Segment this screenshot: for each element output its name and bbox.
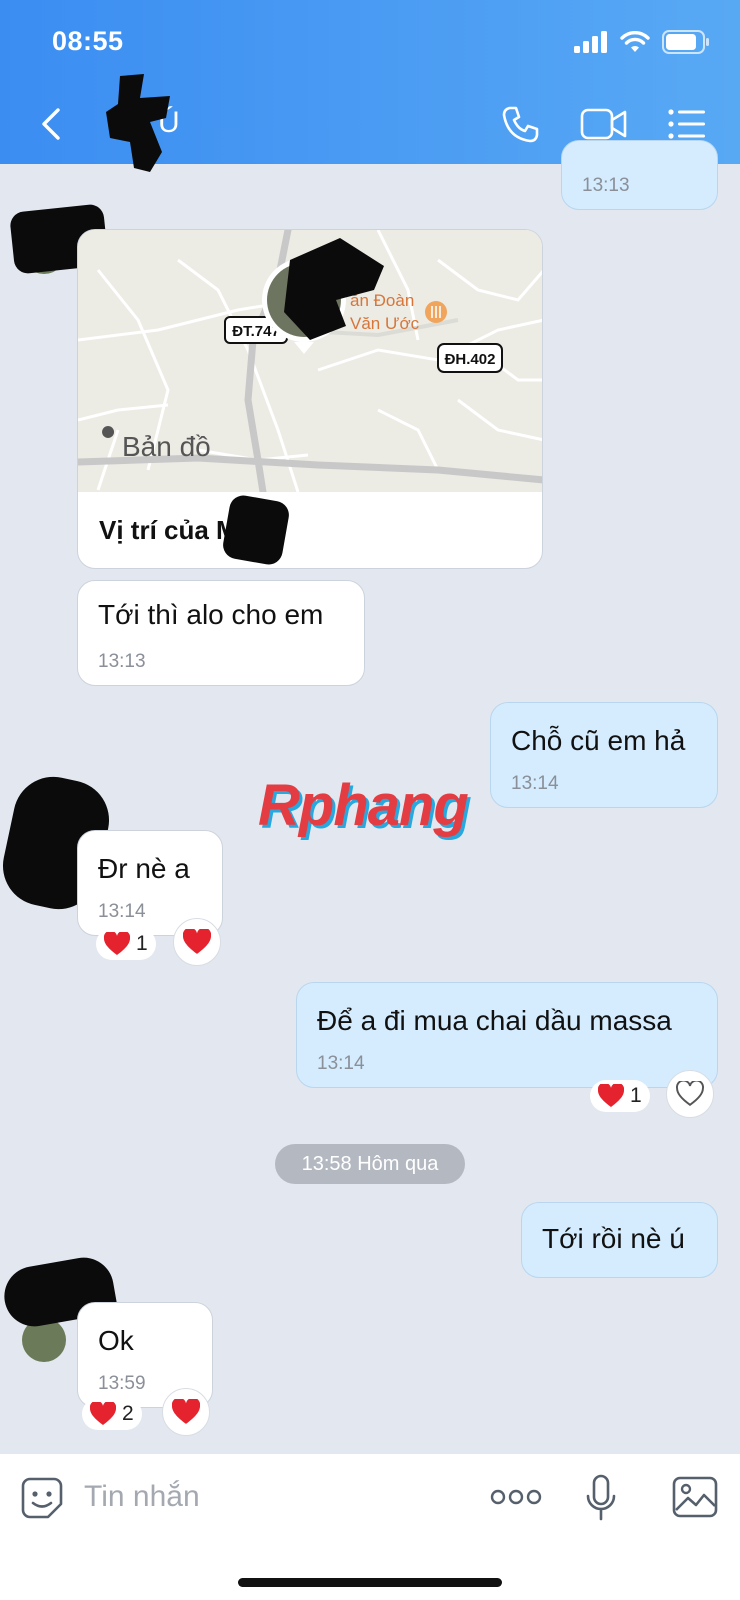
home-indicator xyxy=(238,1578,502,1587)
heart-icon xyxy=(90,1402,116,1425)
heart-icon xyxy=(598,1084,624,1107)
video-call-button[interactable] xyxy=(580,104,628,144)
react-button[interactable] xyxy=(173,918,221,966)
status-time: 08:55 xyxy=(52,26,124,56)
redaction-scribble xyxy=(106,74,170,172)
more-icon[interactable] xyxy=(490,1486,542,1508)
road-label: ĐH.402 xyxy=(445,351,496,368)
message-bubble-outgoing[interactable]: 13:13 xyxy=(561,140,718,210)
date-separator: 13:58 Hôm qua xyxy=(275,1144,465,1184)
sticker-icon[interactable] xyxy=(20,1476,64,1520)
message-bubble-outgoing[interactable]: Chỗ cũ em hả 13:14 xyxy=(490,702,718,808)
message-text: Tới rồi nè ú xyxy=(542,1223,685,1254)
message-time: 13:14 xyxy=(98,901,146,922)
message-text: Ok xyxy=(98,1325,134,1356)
list-menu-icon xyxy=(668,109,705,139)
location-card[interactable]: ĐT.747 ĐH.402 ăn Đoàn Văn Ước Bản đồ Vị … xyxy=(77,229,543,569)
reaction-count: 2 xyxy=(122,1402,134,1425)
back-arrow-icon[interactable] xyxy=(36,104,68,144)
poi-label: Văn Ước xyxy=(350,314,420,333)
reaction-count: 1 xyxy=(630,1084,642,1107)
message-time: 13:59 xyxy=(98,1373,146,1394)
reaction-summary[interactable]: 2 xyxy=(82,1398,142,1430)
call-button[interactable] xyxy=(500,104,540,144)
phone-icon xyxy=(502,106,539,143)
message-text: Để a đi mua chai dầu massa xyxy=(317,1005,672,1036)
message-text: Tới thì alo cho em xyxy=(98,599,324,630)
wifi-icon xyxy=(620,31,650,52)
reaction-summary[interactable]: 1 xyxy=(96,928,156,960)
message-time: 13:13 xyxy=(582,175,630,196)
microphone-icon[interactable] xyxy=(584,1474,618,1522)
message-input[interactable]: Tin nhắn xyxy=(84,1480,200,1514)
message-text: Chỗ cũ em hả xyxy=(511,725,686,756)
map-brand-label: Bản đồ xyxy=(122,431,211,462)
message-bubble-incoming[interactable]: Tới thì alo cho em 13:13 xyxy=(77,580,365,686)
status-icons xyxy=(574,30,710,54)
menu-button[interactable] xyxy=(668,104,706,144)
map-image: ĐT.747 ĐH.402 ăn Đoàn Văn Ước Bản đồ xyxy=(78,230,542,492)
watermark: Rphang xyxy=(258,773,469,838)
message-time: 13:14 xyxy=(317,1053,365,1074)
reaction-summary[interactable]: 1 xyxy=(590,1080,650,1112)
battery-icon xyxy=(662,30,709,54)
react-button[interactable] xyxy=(666,1070,714,1118)
message-bubble-outgoing[interactable]: Tới rồi nè ú xyxy=(521,1202,718,1278)
heart-icon xyxy=(172,1399,200,1424)
message-text: Đr nè a xyxy=(98,853,190,884)
signal-icon xyxy=(574,31,607,53)
message-bubble-outgoing[interactable]: Để a đi mua chai dầu massa 13:14 xyxy=(296,982,718,1088)
react-button[interactable] xyxy=(162,1388,210,1436)
message-time: 13:14 xyxy=(511,773,559,794)
heart-outline-icon xyxy=(676,1081,704,1106)
redaction-scribble xyxy=(220,493,292,567)
message-time: 13:13 xyxy=(98,651,146,672)
video-camera-icon xyxy=(580,108,627,140)
reaction-count: 1 xyxy=(136,932,148,955)
heart-icon xyxy=(104,932,130,955)
heart-icon xyxy=(183,929,211,954)
poi-label: ăn Đoàn xyxy=(350,291,414,310)
image-gallery-icon[interactable] xyxy=(672,1476,718,1518)
